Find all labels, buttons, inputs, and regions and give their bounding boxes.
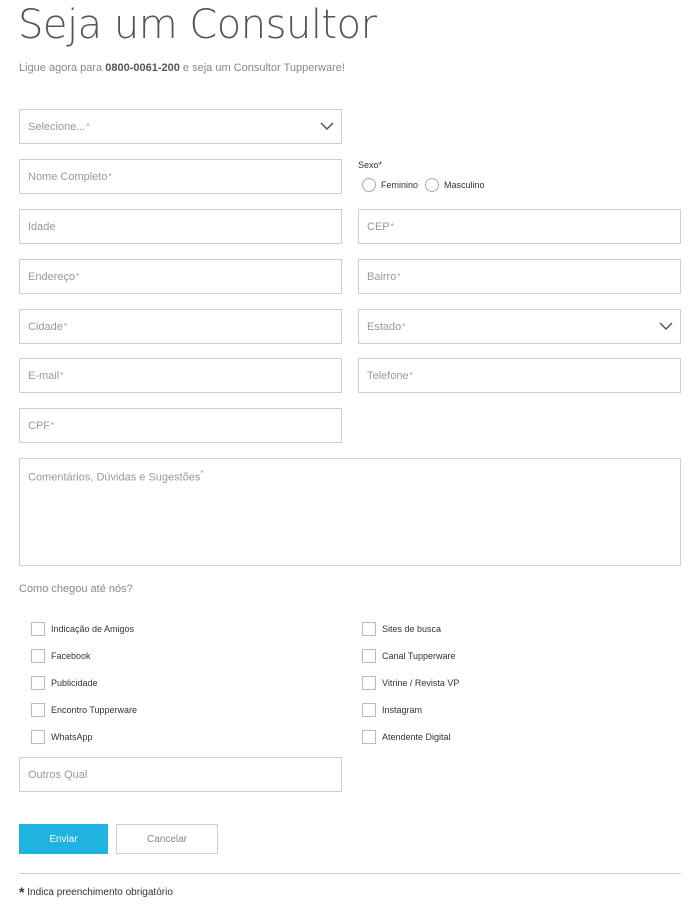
endereco-field[interactable]: Endereço * [19, 259, 342, 294]
radio-circle[interactable] [425, 178, 439, 192]
cancelar-button[interactable]: Cancelar [116, 824, 218, 854]
checkbox[interactable] [31, 649, 45, 663]
phone-number: 0800-0061-200 [105, 62, 180, 74]
divider [19, 873, 681, 874]
telefone-field[interactable]: Telefone * [358, 358, 681, 393]
email-field[interactable]: E-mail * [19, 358, 342, 393]
bairro-field[interactable]: Bairro * [358, 259, 681, 294]
checkbox[interactable] [362, 730, 376, 744]
radio-circle[interactable] [362, 178, 376, 192]
idade-field[interactable]: Idade [19, 209, 342, 244]
checkbox[interactable] [31, 622, 45, 636]
page-title: Seja um Consultor [18, 2, 377, 48]
checkbox-canal-tupperware[interactable]: Canal Tupperware [362, 649, 456, 663]
checkbox[interactable] [31, 676, 45, 690]
checkbox[interactable] [362, 622, 376, 636]
checkbox[interactable] [362, 649, 376, 663]
sexo-label: Sexo* [358, 160, 383, 170]
checkbox[interactable] [31, 703, 45, 717]
checkbox-publicidade[interactable]: Publicidade [31, 676, 98, 690]
comentarios-textarea[interactable]: Comentários, Dúvidas e Sugestões* [19, 458, 681, 566]
checkbox-encontro-tupperware[interactable]: Encontro Tupperware [31, 703, 137, 717]
checkbox-instagram[interactable]: Instagram [362, 703, 422, 717]
chevron-down-icon [659, 322, 673, 331]
chevron-down-icon [320, 122, 334, 131]
checkbox-indicacao-amigos[interactable]: Indicação de Amigos [31, 622, 134, 636]
radio-masculino[interactable]: Masculino [425, 178, 485, 192]
cep-field[interactable]: CEP * [358, 209, 681, 244]
checkbox[interactable] [31, 730, 45, 744]
outros-qual-field[interactable]: Outros Qual [19, 757, 342, 792]
checkbox-vitrine-revista[interactable]: Vitrine / Revista VP [362, 676, 459, 690]
cidade-field[interactable]: Cidade * [19, 309, 342, 344]
cpf-field[interactable]: CPF * [19, 408, 342, 443]
checkbox[interactable] [362, 676, 376, 690]
como-chegou-label: Como chegou até nós? [19, 583, 133, 595]
page-subtitle: Ligue agora para 0800-0061-200 e seja um… [19, 62, 345, 74]
estado-select[interactable]: Estado * [358, 309, 681, 344]
checkbox[interactable] [362, 703, 376, 717]
type-select[interactable]: Selecione... * [19, 109, 342, 144]
checkbox-sites-busca[interactable]: Sites de busca [362, 622, 441, 636]
checkbox-facebook[interactable]: Facebook [31, 649, 91, 663]
nome-completo-field[interactable]: Nome Completo * [19, 159, 342, 194]
enviar-button[interactable]: Enviar [19, 824, 108, 854]
checkbox-whatsapp[interactable]: WhatsApp [31, 730, 93, 744]
radio-feminino[interactable]: Feminino [362, 178, 418, 192]
checkbox-atendente-digital[interactable]: Atendente Digital [362, 730, 451, 744]
required-footnote: * Indica preenchimento obrigatório [19, 884, 173, 900]
